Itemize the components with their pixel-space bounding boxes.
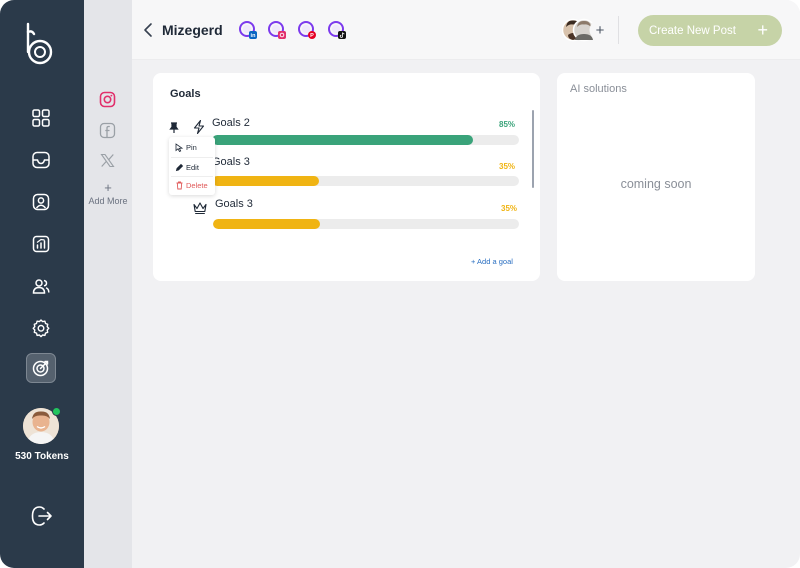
x-icon	[99, 153, 115, 167]
goal-percent: 35%	[499, 162, 516, 171]
page-header: Mizegerd in P + Create New Post +	[132, 0, 800, 60]
facebook-icon	[99, 122, 115, 138]
create-button-label: Create New Post	[649, 24, 736, 37]
inbox-icon	[32, 151, 50, 169]
social-instagram-item[interactable]	[98, 90, 116, 108]
svg-text:P: P	[310, 33, 314, 39]
nav-analytics-item[interactable]	[26, 229, 56, 259]
logout-button[interactable]	[30, 505, 54, 527]
ai-solutions-card: AI solutions coming soon	[557, 73, 755, 281]
instagram-account-icon	[268, 21, 286, 39]
target-icon	[32, 360, 49, 377]
user-avatar[interactable]	[23, 407, 61, 444]
goal-percent: 85%	[499, 120, 516, 129]
goal-progress-bar	[213, 219, 519, 229]
goals-title: Goals	[170, 88, 201, 100]
goal-percent: 35%	[501, 204, 518, 213]
grid-icon	[32, 109, 50, 127]
lightning-icon	[193, 119, 205, 135]
menu-delete-label: Delete	[186, 180, 208, 190]
account-pinterest[interactable]: P	[297, 20, 317, 40]
users-icon	[32, 279, 50, 294]
goal-progress-fill	[213, 219, 321, 229]
menu-pin-label: Pin	[186, 142, 197, 152]
instagram-icon	[99, 91, 115, 107]
plus-icon: +	[757, 20, 768, 40]
trash-icon	[176, 181, 182, 189]
goal-progress-bar	[212, 135, 519, 145]
add-member-icon: +	[596, 22, 605, 39]
account-tiktok[interactable]	[327, 20, 347, 40]
brand-logo[interactable]	[22, 22, 62, 66]
pin-icon[interactable]	[169, 122, 179, 134]
social-x-item[interactable]	[98, 151, 116, 169]
add-more-plus[interactable]: +	[84, 180, 132, 195]
contact-icon	[32, 193, 50, 211]
account-linkedin[interactable]: in	[238, 20, 258, 40]
nav-team-item[interactable]	[26, 271, 56, 301]
logout-icon	[31, 506, 52, 526]
settings-icon	[32, 319, 50, 338]
back-button[interactable]	[142, 22, 154, 38]
svg-text:in: in	[251, 33, 257, 39]
create-new-post-button[interactable]: Create New Post +	[638, 15, 782, 46]
menu-item-delete[interactable]: Delete	[169, 177, 215, 193]
nav-inbox-item[interactable]	[26, 145, 56, 175]
goal-progress-fill	[212, 135, 473, 145]
nav-contacts-item[interactable]	[26, 187, 56, 217]
coming-soon-text: coming soon	[620, 177, 692, 191]
goal-label[interactable]: Goals 3	[215, 198, 253, 210]
main-sidebar: 530 Tokens	[0, 0, 84, 568]
linkedin-account-icon: in	[239, 21, 257, 39]
pinterest-account-icon: P	[298, 21, 316, 39]
scrollbar[interactable]	[532, 110, 534, 188]
crown-icon	[193, 202, 207, 215]
cursor-icon	[175, 142, 183, 152]
tiktok-account-icon	[328, 21, 346, 39]
pencil-icon	[175, 163, 183, 171]
social-facebook-item[interactable]	[98, 121, 116, 139]
online-status-dot	[52, 407, 61, 416]
social-sidebar: + Add More	[84, 0, 132, 568]
nav-dashboard-item[interactable]	[26, 103, 56, 133]
menu-item-edit[interactable]: Edit	[169, 159, 215, 175]
goal-progress-fill	[212, 176, 320, 186]
team-members[interactable]: +	[561, 18, 612, 42]
goal-label[interactable]: Goals 3	[212, 156, 250, 168]
ai-solutions-title: AI solutions	[570, 83, 627, 95]
add-more-button[interactable]: Add More	[84, 196, 132, 206]
token-balance: 530 Tokens	[15, 451, 69, 462]
page-title: Mizegerd	[162, 22, 223, 38]
header-divider	[618, 16, 619, 44]
nav-settings-item[interactable]	[26, 313, 56, 343]
goal-context-menu: Pin Edit Delete	[169, 137, 215, 195]
menu-edit-label: Edit	[186, 162, 199, 172]
chevron-left-icon	[144, 23, 152, 37]
account-instagram[interactable]	[267, 20, 287, 40]
add-goal-link[interactable]: + Add a goal	[471, 257, 513, 266]
menu-divider	[171, 157, 213, 158]
menu-item-pin[interactable]: Pin	[169, 139, 215, 155]
app-window: 530 Tokens + Add More Mizegerd in P + Cr…	[0, 0, 800, 568]
team-avatars: +	[561, 18, 611, 42]
analytics-icon	[32, 235, 50, 253]
goal-progress-bar	[212, 176, 519, 186]
goal-label[interactable]: Goals 2	[212, 117, 250, 129]
nav-goals-item[interactable]	[26, 353, 56, 383]
